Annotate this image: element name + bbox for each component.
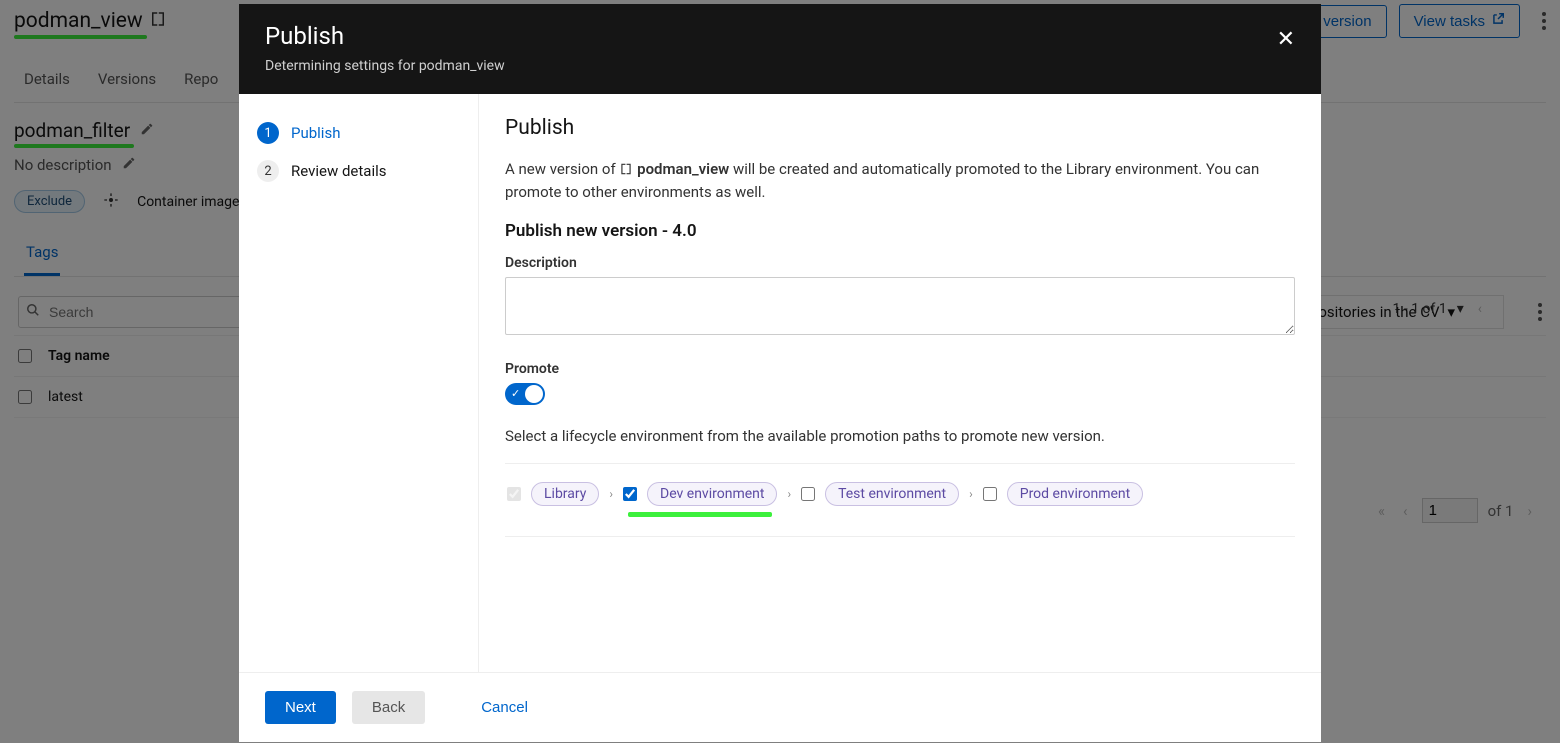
modal-body: 1 Publish 2 Review details Publish A new… [239, 94, 1321, 672]
modal-overlay: Publish Determining settings for podman_… [0, 0, 1560, 743]
wizard-step-publish[interactable]: 1 Publish [251, 114, 466, 152]
env-dev-chip[interactable]: Dev environment [647, 482, 777, 506]
publish-modal: Publish Determining settings for podman_… [239, 4, 1321, 742]
cancel-button[interactable]: Cancel [481, 699, 528, 716]
env-prod-chip[interactable]: Prod environment [1007, 482, 1143, 506]
next-button[interactable]: Next [265, 691, 336, 724]
back-button[interactable]: Back [352, 691, 425, 724]
wizard-intro: A new version of podman_view will be cre… [505, 158, 1295, 203]
env-test-chip[interactable]: Test environment [825, 482, 959, 506]
wizard-heading: Publish [505, 116, 1295, 140]
wizard-nav: 1 Publish 2 Review details [239, 94, 479, 672]
version-heading: Publish new version - 4.0 [505, 221, 1295, 241]
book-icon [619, 160, 637, 178]
promote-description: Select a lifecycle environment from the … [505, 427, 1295, 445]
wizard-step-review[interactable]: 2 Review details [251, 152, 466, 190]
step-label: Publish [291, 124, 340, 142]
intro-cv-name: podman_view [637, 160, 729, 178]
description-label: Description [505, 255, 1295, 271]
env-test-checkbox[interactable] [801, 487, 815, 501]
env-library-chip: Library [531, 482, 599, 506]
close-button[interactable]: ✕ [1277, 26, 1295, 52]
env-dev-checkbox[interactable] [623, 487, 637, 501]
step-number: 1 [257, 122, 279, 144]
env-prod-checkbox[interactable] [983, 487, 997, 501]
close-icon: ✕ [1277, 26, 1295, 51]
modal-title: Publish [265, 22, 1295, 50]
promote-label: Promote [505, 361, 1295, 377]
modal-subtitle: Determining settings for podman_view [265, 58, 1295, 74]
description-textarea[interactable] [505, 277, 1295, 335]
env-library-checkbox [507, 487, 521, 501]
intro-prefix: A new version of [505, 160, 619, 178]
chevron-right-icon: › [609, 487, 613, 501]
chevron-right-icon: › [969, 487, 973, 501]
modal-footer: Next Back Cancel [239, 672, 1321, 742]
environment-path: Library › Dev environment › Test environ… [505, 463, 1295, 537]
wizard-content: Publish A new version of podman_view wil… [479, 94, 1321, 672]
step-number: 2 [257, 160, 279, 182]
modal-header: Publish Determining settings for podman_… [239, 4, 1321, 94]
promote-toggle[interactable] [505, 383, 545, 405]
chevron-right-icon: › [787, 487, 791, 501]
step-label: Review details [291, 162, 386, 180]
